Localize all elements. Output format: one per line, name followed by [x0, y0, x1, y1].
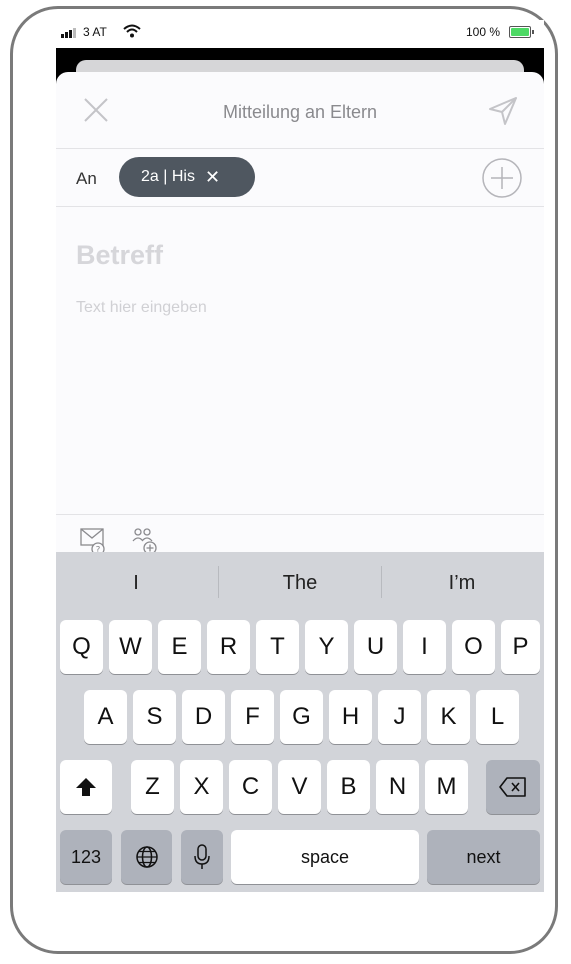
recipient-chip[interactable]: 2a | His ✕ — [119, 157, 255, 197]
message-body-input[interactable]: Text hier eingeben — [76, 299, 207, 317]
suggestion-item[interactable]: I — [56, 572, 216, 595]
suggestion-item[interactable]: The — [220, 572, 380, 595]
key-n[interactable]: N — [376, 760, 419, 814]
carrier-label: 3 AT — [83, 25, 107, 39]
battery-icon — [509, 26, 534, 38]
divider — [56, 206, 544, 207]
to-label: An — [76, 169, 97, 188]
keyboard: I The I’m Q W E R T Y U I O P A S D F G … — [56, 552, 544, 892]
page-title: Mitteilung an Eltern — [222, 102, 378, 122]
wifi-icon — [123, 24, 141, 38]
next-key[interactable]: next — [427, 830, 540, 884]
suggestion-item[interactable]: I’m — [382, 572, 542, 595]
suggestion-bar: I The I’m — [56, 552, 544, 614]
suggestion-divider — [218, 566, 219, 598]
subject-input[interactable]: Betreff — [76, 240, 163, 271]
key-r[interactable]: R — [207, 620, 250, 674]
key-p[interactable]: P — [501, 620, 540, 674]
key-u[interactable]: U — [354, 620, 397, 674]
recipient-chip-label: 2a | His — [141, 168, 195, 185]
key-y[interactable]: Y — [305, 620, 348, 674]
key-k[interactable]: K — [427, 690, 470, 744]
key-w[interactable]: W — [109, 620, 152, 674]
status-bar: 3 AT 100 % — [56, 20, 544, 46]
signal-icon — [61, 28, 76, 38]
key-l[interactable]: L — [476, 690, 519, 744]
numbers-key[interactable]: 123 — [60, 830, 112, 884]
backspace-key[interactable] — [486, 760, 540, 814]
key-e[interactable]: E — [158, 620, 201, 674]
key-g[interactable]: G — [280, 690, 323, 744]
dictation-key[interactable] — [181, 830, 223, 884]
key-a[interactable]: A — [84, 690, 127, 744]
key-i[interactable]: I — [403, 620, 446, 674]
key-d[interactable]: D — [182, 690, 225, 744]
key-m[interactable]: M — [425, 760, 468, 814]
divider — [56, 514, 544, 515]
shift-key[interactable] — [60, 760, 112, 814]
nav-bar: Mitteilung an Eltern — [56, 72, 544, 148]
screen: 3 AT 100 % Mitteilung an Eltern An 2a | … — [56, 20, 544, 892]
battery-percentage: 100 % — [466, 25, 501, 39]
microphone-icon — [194, 844, 210, 869]
divider — [56, 148, 544, 149]
backspace-icon — [499, 777, 526, 797]
globe-icon — [135, 846, 158, 868]
key-o[interactable]: O — [452, 620, 495, 674]
key-s[interactable]: S — [133, 690, 176, 744]
key-x[interactable]: X — [180, 760, 223, 814]
add-recipient-icon[interactable] — [481, 157, 523, 199]
key-b[interactable]: B — [327, 760, 370, 814]
shift-icon — [76, 778, 96, 796]
send-icon[interactable] — [486, 94, 520, 128]
key-z[interactable]: Z — [131, 760, 174, 814]
key-f[interactable]: F — [231, 690, 274, 744]
key-c[interactable]: C — [229, 760, 272, 814]
key-v[interactable]: V — [278, 760, 321, 814]
key-q[interactable]: Q — [60, 620, 103, 674]
key-j[interactable]: J — [378, 690, 421, 744]
key-h[interactable]: H — [329, 690, 372, 744]
chip-remove-icon[interactable]: ✕ — [205, 167, 220, 188]
space-key[interactable]: space — [231, 830, 419, 884]
key-t[interactable]: T — [256, 620, 299, 674]
globe-key[interactable] — [121, 830, 172, 884]
